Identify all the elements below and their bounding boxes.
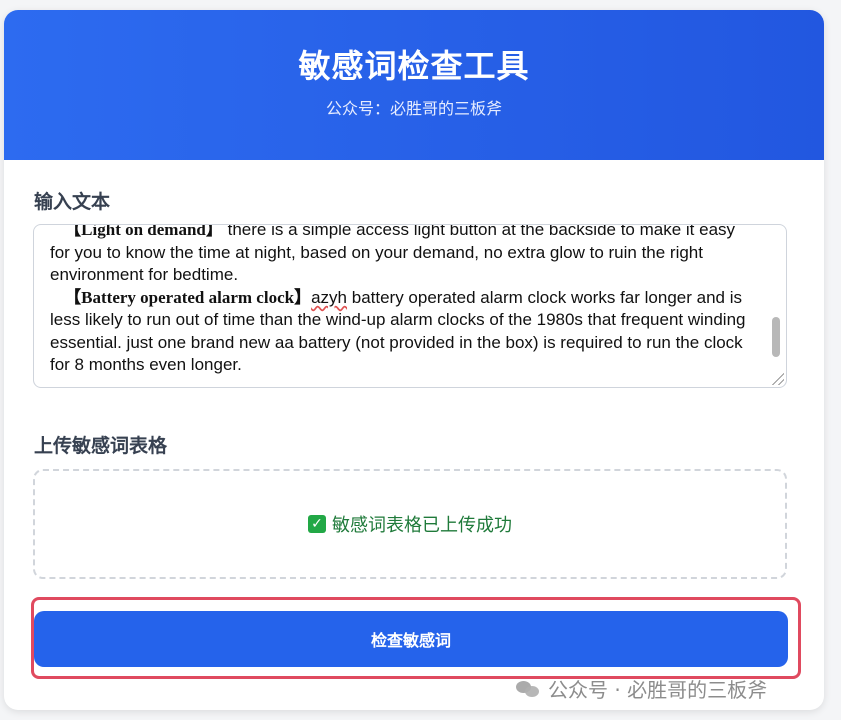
upload-status: ✓ 敏感词表格已上传成功 xyxy=(308,511,512,537)
heading-battery: 【Battery operated alarm clock】 xyxy=(64,287,312,307)
upload-dropzone[interactable]: ✓ 敏感词表格已上传成功 xyxy=(33,469,787,579)
wechat-icon xyxy=(516,679,540,699)
textarea-content: 【Light on demand】 there is a simple acce… xyxy=(50,224,756,377)
textarea-scrollbar[interactable] xyxy=(772,317,780,357)
paragraph-battery: 【Battery operated alarm clock】azyh batte… xyxy=(50,287,756,377)
upload-label: 上传敏感词表格 xyxy=(34,435,168,457)
check-mark-icon: ✓ xyxy=(308,515,326,533)
paragraph-light-on-demand: 【Light on demand】 there is a simple acce… xyxy=(50,224,756,287)
page-subtitle: 公众号：必胜哥的三板斧 xyxy=(325,99,502,118)
upload-status-text: 敏感词表格已上传成功 xyxy=(332,515,512,536)
check-sensitive-words-button[interactable]: 检查敏感词 xyxy=(34,611,788,667)
header-banner: 敏感词检查工具 公众号：必胜哥的三板斧 xyxy=(4,10,824,160)
page-title: 敏感词检查工具 xyxy=(298,47,530,85)
resize-handle-icon[interactable] xyxy=(772,373,784,385)
spellcheck-word: azyh xyxy=(311,287,348,307)
input-text-label: 输入文本 xyxy=(34,191,111,213)
heading-light-on-demand: 【Light on demand】 xyxy=(64,224,223,239)
input-textarea[interactable]: 【Light on demand】 there is a simple acce… xyxy=(33,224,787,388)
watermark-text: 公众号 · 必胜哥的三板斧 xyxy=(548,678,768,702)
watermark: 公众号 · 必胜哥的三板斧 xyxy=(516,674,767,703)
